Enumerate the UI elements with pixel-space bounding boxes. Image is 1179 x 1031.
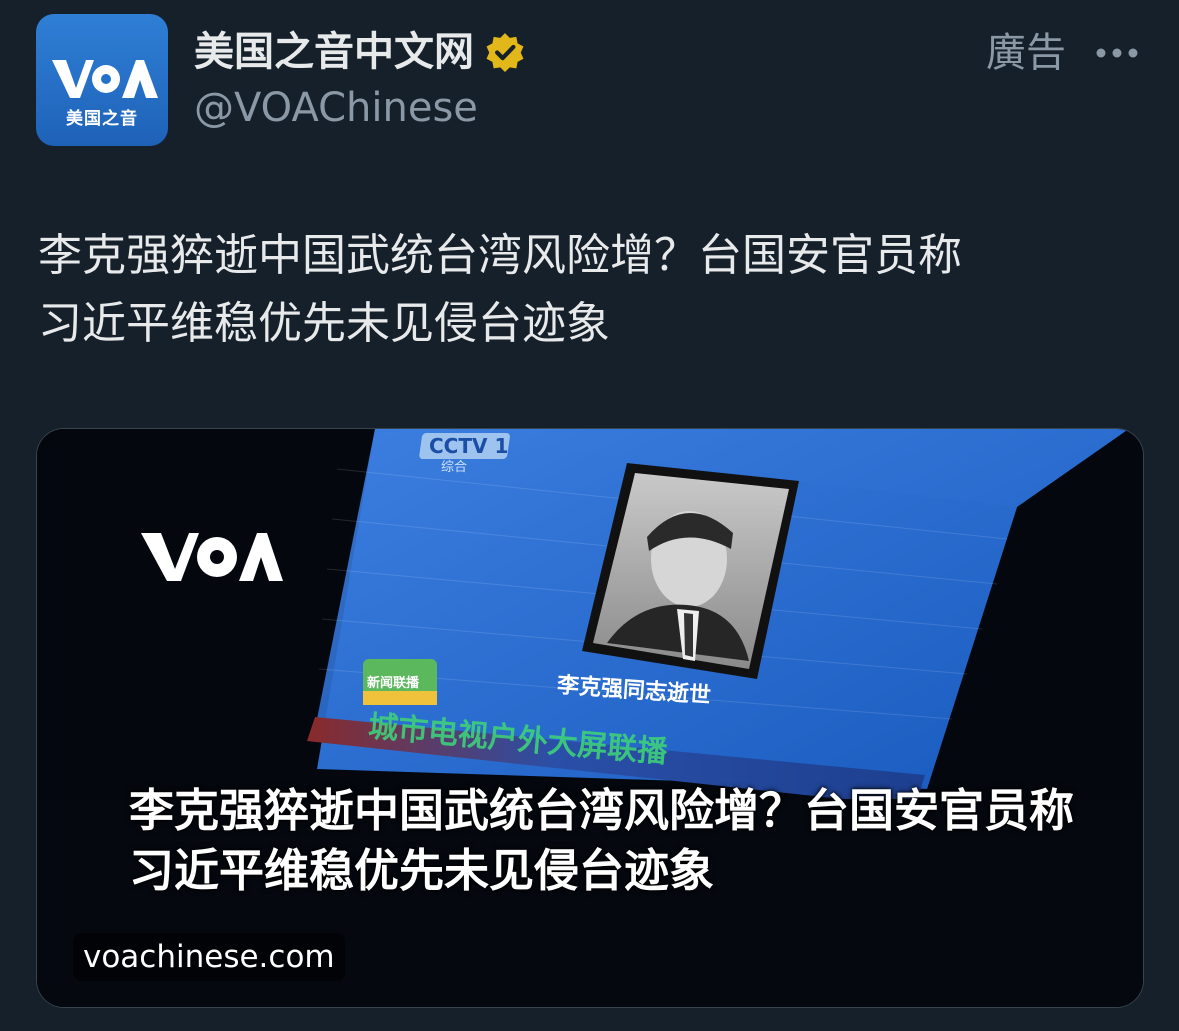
verified-badge-icon [486,33,524,72]
more-options-icon[interactable] [1094,40,1140,66]
ad-label: 廣告 [986,30,1066,76]
svg-text:CCTV 1: CCTV 1 [429,434,508,458]
link-domain[interactable]: voachinese.com [73,933,345,981]
avatar[interactable]: 美国之音 [36,14,168,146]
svg-text:综合: 综合 [441,460,467,475]
voa-logo-icon [52,60,158,98]
news-image: CCTV 1 综合 李克强同志逝世 新闻联播 城市电视户外大屏联播 [37,429,1143,1007]
display-name[interactable]: 美国之音中文网 [194,22,474,82]
link-card[interactable]: CCTV 1 综合 李克强同志逝世 新闻联播 城市电视户外大屏联播 李克强猝逝中… [36,428,1144,1008]
svg-text:新闻联播: 新闻联播 [367,675,420,691]
tweet[interactable]: 美国之音 美国之音中文网 @VOAChinese 廣告 李克强猝逝中国武统台湾风… [0,0,1179,1031]
media-caption: 李克强猝逝中国武统台湾风险增？台国安官员称习近平维稳优先未见侵台迹象 [129,784,1075,897]
tweet-text: 李克强猝逝中国武统台湾风险增？台国安官员称 习近平维稳优先未见侵台迹象 [38,230,962,349]
author-name-row[interactable]: 美国之音中文网 [194,22,526,82]
author-handle[interactable]: @VOAChinese [194,82,478,134]
xinwen-lianbo-logo: 新闻联播 [363,659,437,705]
avatar-caption: 美国之音 [66,109,138,129]
